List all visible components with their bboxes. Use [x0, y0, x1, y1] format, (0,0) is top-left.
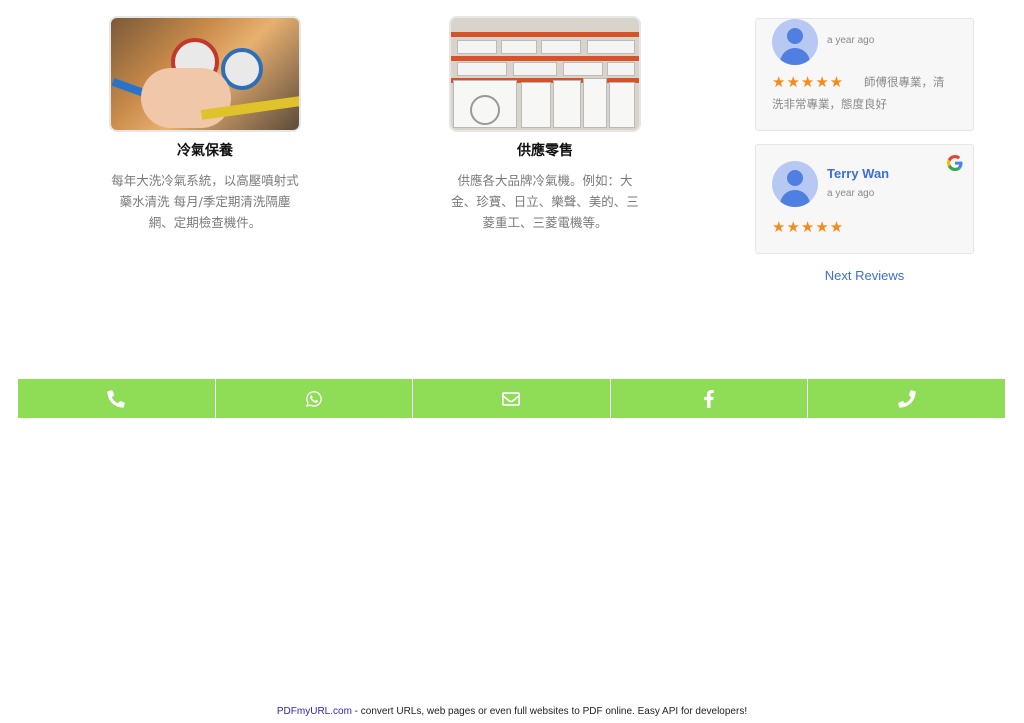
footer-text: - convert URLs, web pages or even full w… — [351, 706, 748, 717]
reviewer-avatar — [772, 161, 818, 207]
service-title: 供應零售 — [517, 143, 573, 159]
envelope-icon — [502, 391, 521, 406]
pdfmyurl-link[interactable]: PDFmyURL.com — [277, 706, 352, 717]
service-card-retail: 供應零售 供應各大品牌冷氣機。例如：大金、珍寶、日立、樂聲、美的、三菱重工、三菱… — [445, 16, 645, 233]
reviewer-name[interactable]: Terry Wan — [827, 166, 889, 181]
phone-icon — [107, 389, 126, 408]
contact-bar — [18, 379, 1005, 418]
google-icon — [947, 155, 963, 171]
next-reviews-link[interactable]: Next Reviews — [755, 268, 974, 283]
review-card: Terry Wan a year ago ★★★★★ — [755, 144, 974, 254]
whatsapp-button[interactable] — [215, 379, 414, 418]
facebook-icon — [704, 389, 714, 408]
ac-maintenance-photo — [109, 16, 301, 132]
service-card-maintenance: 冷氣保養 每年大洗冷氣系統，以高壓噴射式藥水清洗 每月/季定期清洗隔塵網、定期檢… — [105, 16, 305, 233]
pdf-footer: PDFmyURL.com - convert URLs, web pages o… — [0, 706, 1024, 717]
email-button[interactable] — [413, 379, 611, 418]
phone-button[interactable] — [18, 379, 216, 418]
service-description: 供應各大品牌冷氣機。例如：大金、珍寶、日立、樂聲、美的、三菱重工、三菱電機等。 — [451, 173, 639, 230]
ac-units-photo — [449, 16, 641, 132]
review-time: a year ago — [827, 188, 875, 199]
phone-alt-icon — [897, 389, 916, 408]
review-time: a year ago — [827, 35, 875, 46]
review-stars: ★★★★★ — [772, 219, 845, 236]
reviewer-avatar — [772, 19, 818, 65]
service-title: 冷氣保養 — [177, 143, 233, 159]
whatsapp-icon — [306, 390, 322, 407]
review-card: a year ago ★★★★★ 師傅很專業，清洗非常專業，態度良好 — [755, 18, 974, 131]
facebook-button[interactable] — [610, 379, 809, 418]
call-button[interactable] — [808, 379, 1005, 418]
review-text: 師傅很專業，清洗非常專業，態度良好 — [772, 75, 945, 111]
service-description: 每年大洗冷氣系統，以高壓噴射式藥水清洗 每月/季定期清洗隔塵網、定期檢查機件。 — [111, 173, 299, 230]
